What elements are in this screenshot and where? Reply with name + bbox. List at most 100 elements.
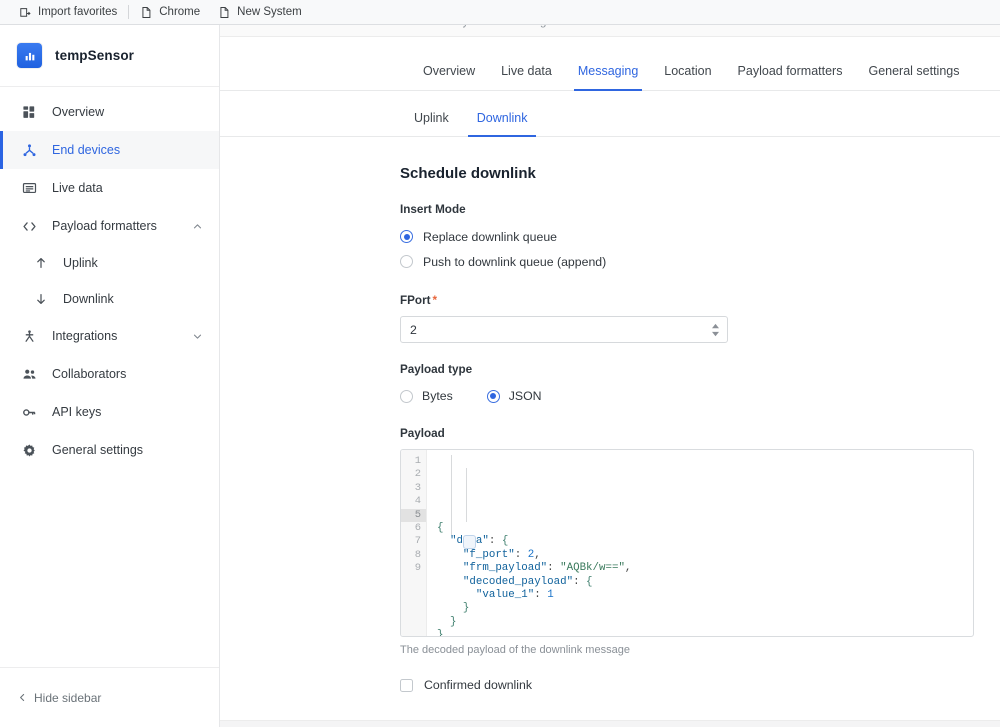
payload-type-label: Payload type <box>400 363 473 376</box>
editor-line-number: 7 <box>414 535 421 548</box>
gear-icon <box>21 442 38 459</box>
radio-label: Bytes <box>422 389 453 403</box>
payload-type-group: Payload type Bytes JSON <box>400 363 1000 407</box>
sidebar-app-header[interactable]: tempSensor <box>0 25 219 87</box>
sidebar-item-end-devices[interactable]: End devices <box>0 131 219 169</box>
editor-code-line: } <box>449 615 457 628</box>
app-name: tempSensor <box>55 48 135 63</box>
sidebar-item-downlink[interactable]: Downlink <box>0 281 219 317</box>
tab-payload-formatters[interactable]: Payload formatters <box>725 64 856 90</box>
arrow-down-icon <box>33 291 49 307</box>
tab-label: General settings <box>868 64 960 78</box>
sidebar-item-label: Uplink <box>63 256 98 270</box>
editor-code-line: "frm_payload": "AQBk/w==", <box>462 562 632 575</box>
page-title: Schedule downlink <box>400 165 536 182</box>
tab-location[interactable]: Location <box>651 64 724 90</box>
indent-guide <box>451 455 452 535</box>
payload-type-options: Bytes JSON <box>400 385 1000 407</box>
confirmed-downlink-checkbox[interactable] <box>400 678 413 692</box>
sidebar-nav: Overview End devices Live data Payload f… <box>0 87 219 667</box>
radio-button[interactable] <box>400 230 413 243</box>
sidebar: tempSensor Overview End devices Live dat… <box>0 25 220 727</box>
confirmed-downlink-label: Confirmed downlink <box>424 678 532 692</box>
chevron-up-icon[interactable] <box>192 221 203 232</box>
confirmed-downlink-row[interactable]: Confirmed downlink <box>400 678 1000 692</box>
sidebar-item-uplink[interactable]: Uplink <box>0 245 219 281</box>
radio-button[interactable] <box>400 255 413 268</box>
grid-icon <box>21 104 38 121</box>
chevron-down-icon[interactable] <box>192 331 203 342</box>
tab-label: Messaging <box>577 64 639 78</box>
radio-button[interactable] <box>400 389 413 403</box>
bookmark-new-system[interactable]: New System <box>209 2 311 22</box>
radio-push-to-downlink-queue[interactable]: Push to downlink queue (append) <box>400 250 1000 273</box>
editor-code-line: "decoded_payload": { <box>462 575 593 588</box>
fport-input[interactable]: 2 <box>400 316 728 343</box>
tab-live-data[interactable]: Live data <box>488 64 565 90</box>
arrow-up-icon <box>33 255 49 271</box>
payload-hint: The decoded payload of the downlink mess… <box>400 644 630 656</box>
editor-line-number: 9 <box>414 562 421 575</box>
tab-general-settings[interactable]: General settings <box>855 64 972 90</box>
sidebar-item-api-keys[interactable]: API keys <box>0 393 219 431</box>
hide-sidebar-button[interactable]: Hide sidebar <box>0 667 219 727</box>
editor-line-number: 3 <box>414 481 421 494</box>
editor-line-numbers: 123456789 <box>401 450 427 636</box>
editor-code-area[interactable]: { "data": { "f_port": 2, "frm_payload": … <box>427 450 973 636</box>
bookmark-chrome[interactable]: Chrome <box>131 2 209 22</box>
payload-code-editor[interactable]: 123456789 { "data": { "f_port": 2, "frm_… <box>400 449 974 637</box>
monitor-icon <box>21 180 38 197</box>
bottom-strip <box>220 720 1000 727</box>
page-icon <box>140 6 153 19</box>
browser-bookmarks-bar: Import favorites Chrome New System <box>0 0 1000 25</box>
sidebar-item-collaborators[interactable]: Collaborators <box>0 355 219 393</box>
editor-line-number: 5 <box>401 508 426 522</box>
sidebar-item-label: Downlink <box>63 292 114 306</box>
hide-sidebar-label: Hide sidebar <box>34 690 102 705</box>
editor-code-line: "value_1": 1 <box>475 588 554 601</box>
radio-label: JSON <box>508 389 542 403</box>
tab-label: Payload formatters <box>737 64 843 78</box>
sidebar-item-label: API keys <box>52 405 102 419</box>
fport-value: 2 <box>410 322 417 337</box>
stepper-down-icon[interactable] <box>712 331 719 336</box>
radio-label: Push to downlink queue (append) <box>423 254 607 269</box>
import-favorites-icon <box>19 6 32 19</box>
code-fold-marker[interactable] <box>463 535 476 549</box>
sidebar-item-label: Integrations <box>52 329 118 343</box>
quantity-stepper[interactable] <box>712 323 719 336</box>
subtab-uplink[interactable]: Uplink <box>400 111 463 136</box>
sidebar-item-general-settings[interactable]: General settings <box>0 431 219 469</box>
messaging-subtabs: Uplink Downlink <box>220 91 1000 137</box>
editor-line-number: 6 <box>414 521 421 534</box>
editor-code-line: "data": { <box>450 535 509 548</box>
radio-bytes[interactable]: Bytes <box>400 389 453 403</box>
radio-replace-downlink-queue[interactable]: Replace downlink queue <box>400 225 1000 248</box>
sidebar-item-payload-formatters[interactable]: Payload formatters <box>0 207 219 245</box>
indent-guide <box>466 468 467 522</box>
sidebar-item-overview[interactable]: Overview <box>0 93 219 131</box>
editor-code-line: } <box>437 629 444 637</box>
device-node-icon <box>21 142 38 159</box>
sidebar-item-live-data[interactable]: Live data <box>0 169 219 207</box>
sidebar-item-label: Live data <box>52 181 103 195</box>
people-icon <box>21 366 38 383</box>
editor-line-number: 2 <box>414 468 421 481</box>
tab-messaging[interactable]: Messaging <box>565 64 651 91</box>
fport-label: FPort * <box>400 294 1000 307</box>
radio-button[interactable] <box>486 389 500 403</box>
radio-json[interactable]: JSON <box>486 389 542 403</box>
fport-label-text: FPort <box>400 294 431 307</box>
sidebar-item-label: Overview <box>52 105 105 119</box>
fport-group: FPort * 2 <box>400 294 1000 343</box>
subtab-label: Uplink <box>414 111 449 125</box>
sidebar-item-integrations[interactable]: Integrations <box>0 317 219 355</box>
tab-overview[interactable]: Overview <box>410 64 488 90</box>
subtab-downlink[interactable]: Downlink <box>463 111 542 137</box>
editor-line-number: 4 <box>414 495 421 508</box>
bookmark-import-favorites[interactable]: Import favorites <box>10 2 126 22</box>
payload-group: Payload 123456789 { "data": { "f_port": … <box>400 427 1000 656</box>
stepper-up-icon[interactable] <box>712 323 719 328</box>
tab-label: Overview <box>423 64 476 78</box>
bookmark-label: Chrome <box>159 6 201 18</box>
